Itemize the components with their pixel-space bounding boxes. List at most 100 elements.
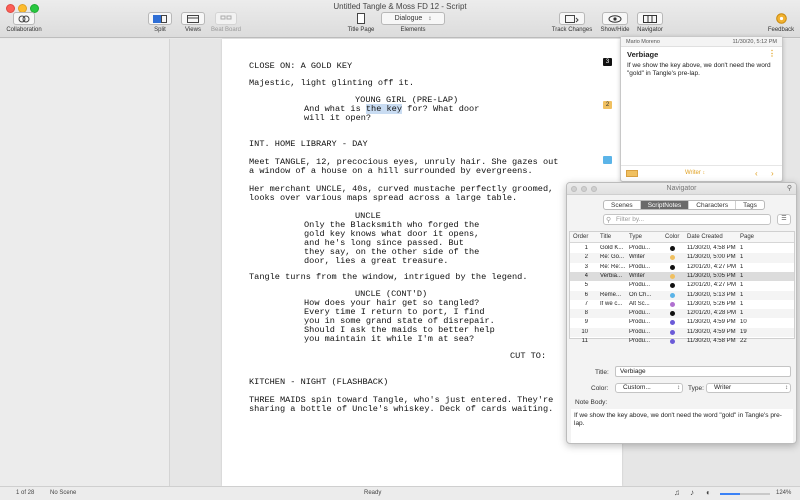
feedback-button[interactable]: Feedback xyxy=(764,12,798,33)
views-icon xyxy=(181,12,205,25)
color-dot-icon xyxy=(670,255,675,261)
table-row[interactable]: 9 Produ... 11/30/20, 4:59 PM 10 xyxy=(570,318,794,327)
left-sidebar xyxy=(0,39,170,486)
column-header-page[interactable]: Page xyxy=(740,234,754,240)
note-body-textarea[interactable]: If we show the key above, we don't need … xyxy=(571,409,793,443)
script-line-action[interactable]: a window of a house on a hill surrounded… xyxy=(249,166,533,176)
script-line-scene[interactable]: INT. HOME LIBRARY - DAY xyxy=(249,139,368,149)
eye-icon xyxy=(602,12,628,25)
cell-order: 7 xyxy=(584,300,588,307)
note-author: Mario Moreno xyxy=(626,39,660,45)
title-page-button[interactable]: Title Page xyxy=(344,12,378,33)
zoom-slider[interactable] xyxy=(720,493,770,495)
script-line-action[interactable]: CLOSE ON: A GOLD KEY xyxy=(249,61,352,71)
cell-date-created: 11/30/20, 5:13 PM xyxy=(687,291,736,298)
cell-date-created: 11/30/20, 5:00 PM xyxy=(687,254,736,261)
table-row[interactable]: 4 Verbia... Writer 11/30/20, 5:05 PM 1 xyxy=(570,271,794,282)
filter-input[interactable]: Filter by... xyxy=(603,214,771,225)
navigator-titlebar[interactable]: Navigator ⚲ xyxy=(567,183,796,195)
cell-order: 11 xyxy=(581,338,588,344)
table-row[interactable]: 11 Produ... 11/30/20, 4:58 PM 22 xyxy=(570,337,794,346)
script-line-action-italic[interactable]: sharing a bottle of Uncle's whiskey. Dec… xyxy=(249,404,553,414)
table-row[interactable]: 5 Produ... 12/01/20, 4:27 PM 1 xyxy=(570,281,794,290)
track-changes-icon xyxy=(559,12,585,25)
script-line-action[interactable]: Tangle turns from the window, intrigued … xyxy=(249,272,527,282)
title-input[interactable]: Verbiage xyxy=(615,366,791,377)
microphone-icon[interactable]: ♫ xyxy=(674,488,680,497)
navigator-button[interactable]: Navigator xyxy=(634,12,666,33)
column-header-title[interactable]: Title xyxy=(600,234,611,240)
cell-order: 6 xyxy=(584,291,588,298)
script-line-dialogue[interactable]: you maintain it while I'm at sea? xyxy=(304,334,474,344)
table-row[interactable]: 3 Re: Re:... Produ... 12/01/20, 4:27 PM 1 xyxy=(570,263,794,272)
note-body: If we show the key above, we don't need … xyxy=(627,62,771,77)
elements-label: Elements xyxy=(400,27,426,33)
script-line-dialogue[interactable]: door, lies a great treasure. xyxy=(304,256,448,266)
scriptnotes-table[interactable]: Order Title Type Color Date Created Page… xyxy=(569,231,795,344)
tab-scenes[interactable]: Scenes xyxy=(604,201,641,209)
navigator-label: Navigator xyxy=(637,27,663,33)
table-row[interactable]: 2 Re: Go... Writer 11/30/20, 5:00 PM 1 xyxy=(570,253,794,263)
zoom-level: 124% xyxy=(776,490,792,496)
next-note-icon[interactable]: › xyxy=(771,169,774,178)
highlighted-text[interactable]: the key xyxy=(365,104,402,114)
note-type-select[interactable]: Writer ↕ xyxy=(685,170,705,176)
cell-order: 3 xyxy=(584,263,588,270)
tab-tags[interactable]: Tags xyxy=(736,201,764,209)
tab-scriptnotes[interactable]: ScriptNotes xyxy=(640,201,690,209)
navigator-icon xyxy=(637,12,663,25)
table-row[interactable]: 1 Gold K... Produ... 11/30/20, 4:58 PM 1 xyxy=(570,244,794,253)
feedback-icon xyxy=(772,12,790,25)
script-line-action[interactable]: Majestic, light glinting off it. xyxy=(249,78,414,88)
chevron-updown-icon: ↕ xyxy=(702,170,706,176)
views-label: Views xyxy=(185,27,201,33)
night-mode-icon[interactable]: ◐ xyxy=(706,488,711,497)
column-header-type[interactable]: Type xyxy=(629,234,642,240)
collaboration-icon xyxy=(13,12,35,25)
table-row[interactable]: 7 If we c... Alt Sc... 11/30/20, 5:26 PM 1 xyxy=(570,300,794,309)
previous-note-icon[interactable]: ‹ xyxy=(755,169,758,178)
navigator-panel[interactable]: Navigator ⚲ Scenes ScriptNotes Character… xyxy=(566,182,797,444)
beat-board-button[interactable]: Beat Board xyxy=(210,12,242,33)
script-line-action[interactable]: looks over various maps spread across a … xyxy=(249,193,517,203)
scriptnote-marker[interactable] xyxy=(603,156,612,164)
table-row[interactable]: 8 Produ... 12/01/20, 4:28 PM 1 xyxy=(570,309,794,319)
beat-board-label: Beat Board xyxy=(210,27,242,33)
show-hide-button[interactable]: Show/Hide xyxy=(598,12,632,33)
cell-type: Produ... xyxy=(629,263,651,270)
elements-select[interactable]: Dialogue ↕ xyxy=(381,12,445,25)
search-icon: ⚲ xyxy=(606,217,612,224)
views-button[interactable]: Views xyxy=(180,12,206,33)
script-line-scene-italic[interactable]: KITCHEN - NIGHT (FLASHBACK) xyxy=(249,377,388,387)
table-row[interactable]: 10 Produ... 11/30/20, 4:59 PM 19 xyxy=(570,327,794,337)
color-dot-icon xyxy=(670,339,675,344)
column-settings-icon[interactable]: ☰ xyxy=(777,214,791,225)
table-row[interactable]: 6 Reme... On Ch... 11/30/20, 5:13 PM 1 xyxy=(570,290,794,300)
script-page[interactable]: CLOSE ON: A GOLD KEY Majestic, light glin… xyxy=(222,39,622,486)
script-line-dialogue-italic[interactable]: will it open? xyxy=(304,113,371,123)
scriptnote-popover[interactable]: Mario Moreno 11/30/20, 5:12 PM Verbiage … xyxy=(620,36,783,182)
cell-date-created: 12/01/20, 4:28 PM xyxy=(687,310,737,317)
color-select[interactable]: Custom... ↕ xyxy=(615,383,683,393)
collaboration-button[interactable]: Collaboration xyxy=(4,12,44,33)
cell-page: 10 xyxy=(740,319,747,326)
column-header-date-created[interactable]: Date Created xyxy=(687,234,723,240)
cell-title: Gold K... xyxy=(600,245,624,251)
split-button[interactable]: Split xyxy=(146,12,174,33)
note-color-swatch[interactable] xyxy=(626,170,638,177)
speaker-icon[interactable]: ♪ xyxy=(690,488,694,497)
scriptnote-marker[interactable]: 2 xyxy=(603,101,612,109)
cell-page: 1 xyxy=(740,300,744,307)
more-options-icon[interactable]: ⋮ xyxy=(768,49,776,58)
pin-icon[interactable]: ⚲ xyxy=(787,184,792,192)
track-changes-button[interactable]: Track Changes xyxy=(550,12,594,33)
column-header-order[interactable]: Order xyxy=(573,234,588,240)
tab-characters[interactable]: Characters xyxy=(689,201,737,209)
cell-type: Produ... xyxy=(629,319,651,326)
column-header-color[interactable]: Color xyxy=(665,234,679,240)
scriptnote-marker[interactable]: 3 xyxy=(603,58,612,66)
elements-dropdown[interactable]: Dialogue ↕ Elements xyxy=(380,12,446,33)
note-header: Mario Moreno 11/30/20, 5:12 PM xyxy=(621,37,782,47)
script-line-transition[interactable]: CUT TO: xyxy=(510,351,546,361)
type-select[interactable]: Writer ↕ xyxy=(706,383,791,393)
